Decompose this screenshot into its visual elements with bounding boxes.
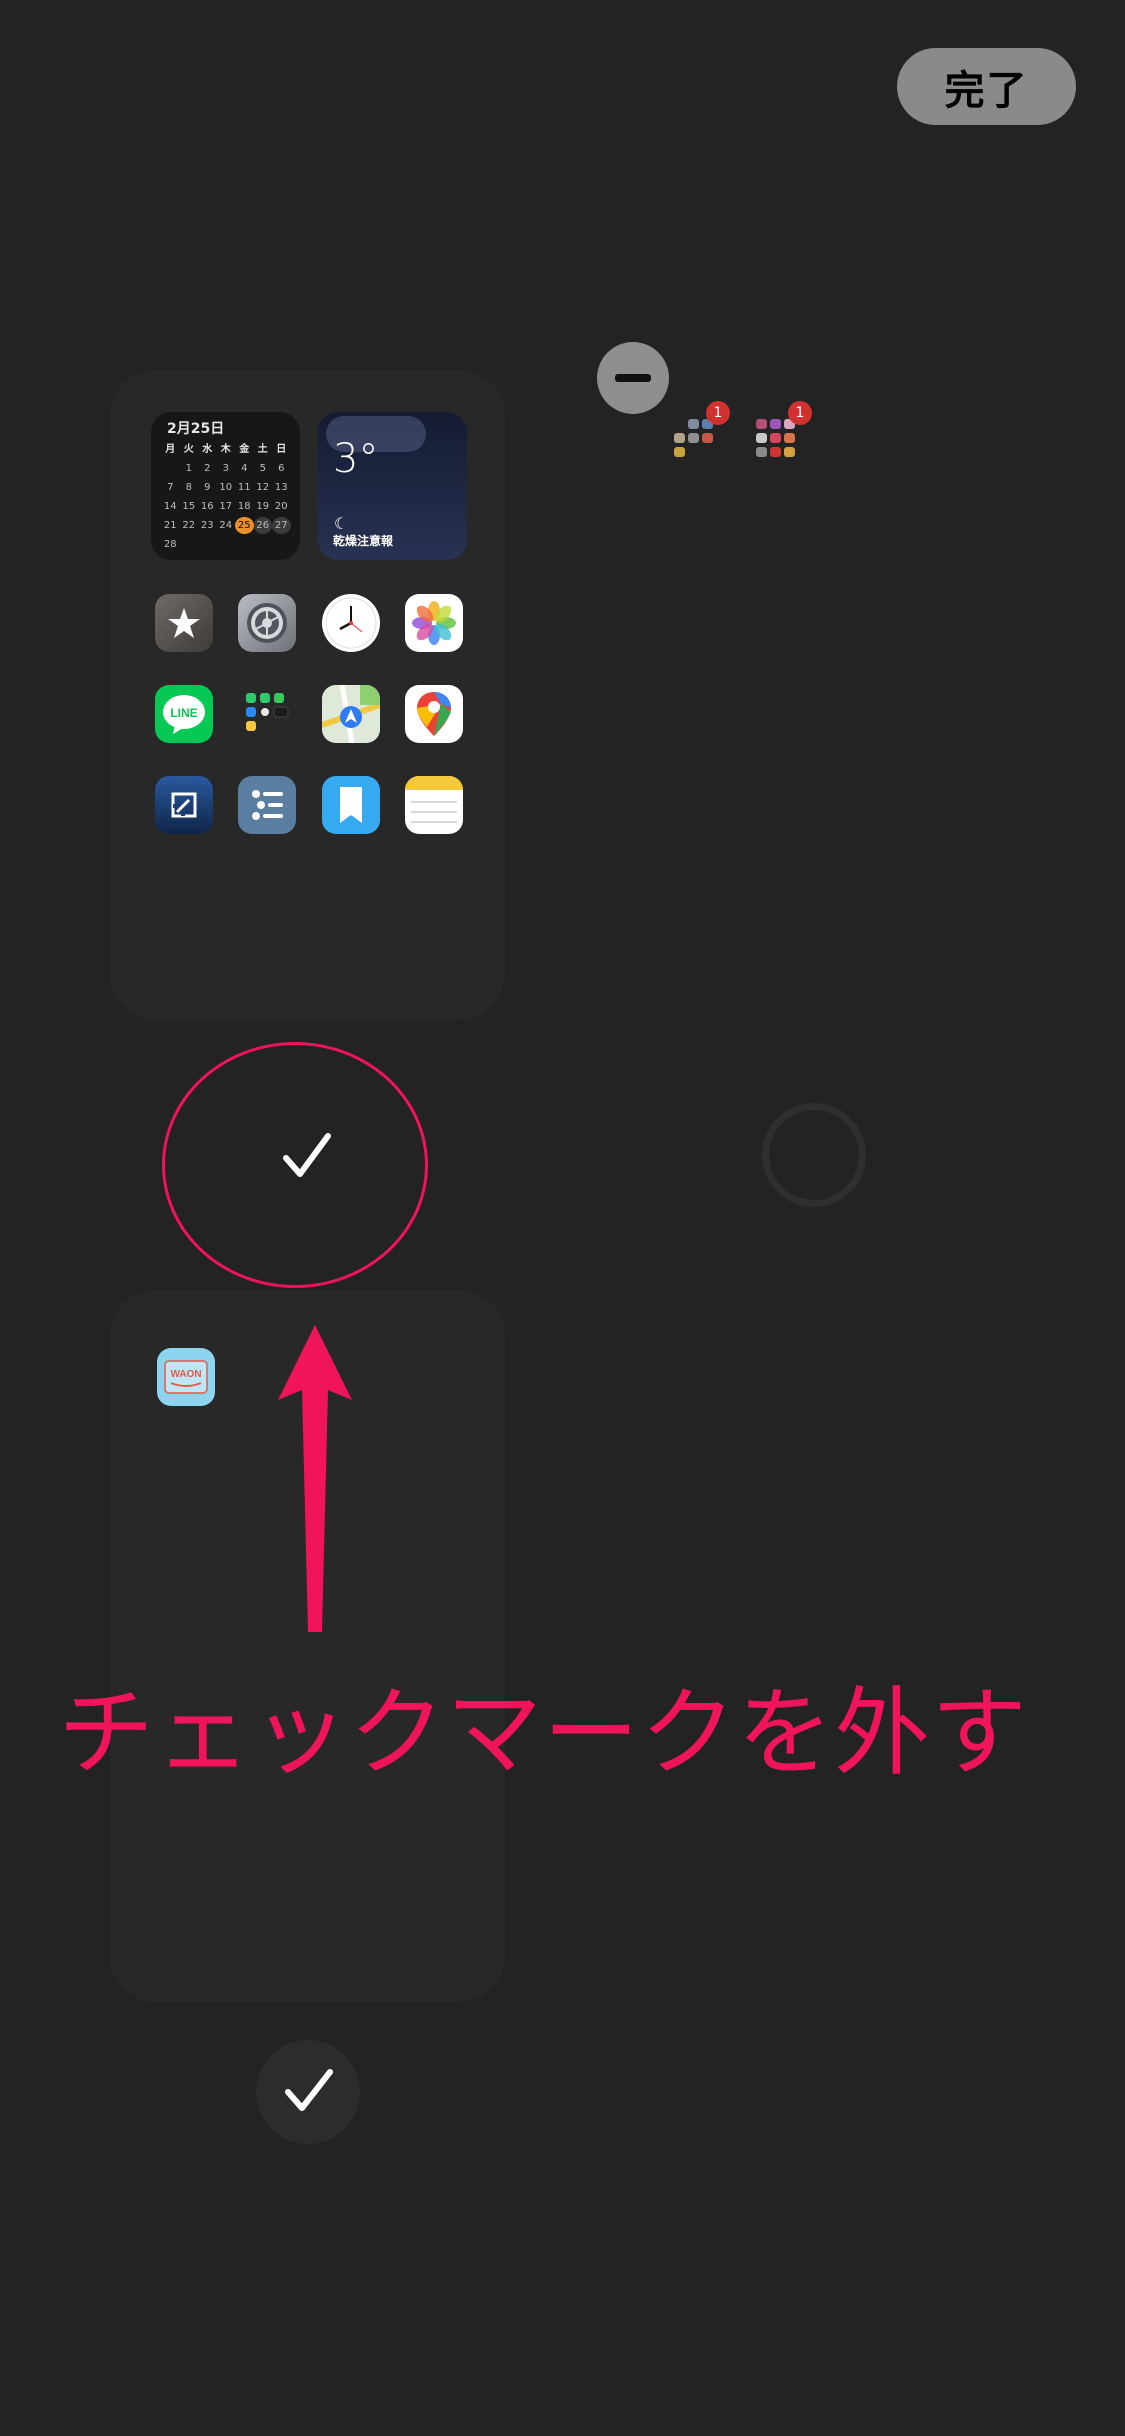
calendar-weekday: 水 bbox=[202, 444, 213, 455]
calendar-day: 23 bbox=[200, 520, 214, 531]
calendar-weekday: 木 bbox=[220, 444, 231, 455]
done-button[interactable]: 完了 bbox=[897, 48, 1076, 125]
calendar-day: 19 bbox=[256, 501, 270, 512]
bookmark-app-icon[interactable] bbox=[322, 776, 380, 834]
waon-icon[interactable]: WAON bbox=[157, 1348, 215, 1406]
calendar-widget[interactable]: 2月25日 月火水木金土日 1 2 3 4 5 6 7 8 9 10 11 12 13 14 15 16 17 18… bbox=[151, 412, 300, 560]
calendar-day: 18 bbox=[237, 501, 251, 512]
calendar-day: 21 bbox=[163, 520, 177, 531]
calendar-day: 6 bbox=[278, 463, 285, 474]
annotation-text: チェックマークを外す bbox=[58, 1677, 1028, 1789]
weather-temperature: 3° bbox=[333, 436, 379, 482]
notification-badge: 1 bbox=[788, 401, 812, 425]
calendar-day: 4 bbox=[241, 463, 248, 474]
checkmark-icon[interactable] bbox=[276, 2058, 342, 2124]
calendar-day: 8 bbox=[185, 482, 192, 493]
calendar-grid: 月火水木金土日 1 2 3 4 5 6 7 8 9 10 11 12 13 14 15 16 17 18 19 20 21… bbox=[161, 441, 291, 553]
calendar-weekday: 日 bbox=[276, 444, 287, 455]
calendar-day: 1 bbox=[185, 463, 192, 474]
maps-icon[interactable] bbox=[322, 685, 380, 743]
calendar-weekday: 金 bbox=[239, 444, 250, 455]
line-icon[interactable]: LINE bbox=[155, 685, 213, 743]
calendar-day bbox=[161, 460, 180, 477]
shortcut-app-icon[interactable] bbox=[155, 776, 213, 834]
calendar-day: 24 bbox=[219, 520, 233, 531]
remove-page-button[interactable] bbox=[597, 342, 669, 414]
calendar-weekday: 月 bbox=[165, 444, 176, 455]
page-select-circle[interactable] bbox=[762, 1103, 866, 1207]
calendar-day: 11 bbox=[237, 482, 251, 493]
clock-icon[interactable] bbox=[322, 594, 380, 652]
calendar-day: 10 bbox=[219, 482, 233, 493]
calendar-day: 17 bbox=[219, 501, 233, 512]
checkmark-icon[interactable] bbox=[272, 1122, 342, 1192]
weather-alert: 乾燥注意報 bbox=[333, 534, 394, 548]
calendar-day: 2 bbox=[204, 463, 211, 474]
calendar-day: 27 bbox=[272, 517, 291, 534]
line-label: LINE bbox=[170, 706, 197, 720]
mini-page-thumbnail-1[interactable]: 1 bbox=[670, 401, 730, 465]
calendar-day: 12 bbox=[256, 482, 270, 493]
calendar-day: 16 bbox=[200, 501, 214, 512]
calendar-day: 3 bbox=[222, 463, 229, 474]
photos-icon[interactable] bbox=[405, 594, 463, 652]
minus-icon bbox=[615, 374, 651, 382]
notes-icon[interactable] bbox=[405, 776, 463, 834]
calendar-day: 20 bbox=[274, 501, 288, 512]
moon-icon: ☾ bbox=[334, 514, 349, 533]
calendar-day: 22 bbox=[182, 520, 196, 531]
reminders-icon[interactable] bbox=[238, 776, 296, 834]
calendar-date: 2月25日 bbox=[167, 421, 225, 437]
calendar-day: 7 bbox=[167, 482, 174, 493]
calendar-day: 15 bbox=[182, 501, 196, 512]
settings-icon[interactable] bbox=[238, 594, 296, 652]
mini-page-thumbnail-2[interactable]: 1 bbox=[752, 401, 812, 465]
calendar-day: 26 bbox=[253, 517, 272, 534]
calendar-weekday: 火 bbox=[183, 444, 194, 455]
calendar-day: 5 bbox=[259, 463, 266, 474]
calendar-weekday: 土 bbox=[257, 444, 268, 455]
calendar-day: 28 bbox=[163, 539, 177, 550]
annotation-arrow bbox=[278, 1325, 352, 1632]
notification-badge: 1 bbox=[706, 401, 730, 425]
waon-label: WAON bbox=[170, 1369, 201, 1380]
itunes-store-icon[interactable] bbox=[155, 594, 213, 652]
google-maps-icon[interactable] bbox=[405, 685, 463, 743]
calendar-day: 14 bbox=[163, 501, 177, 512]
calendar-day: 25 bbox=[235, 517, 254, 534]
app-folder-icon[interactable] bbox=[238, 685, 296, 743]
weather-widget[interactable]: 3° ☾ 乾燥注意報 bbox=[318, 412, 467, 560]
calendar-day: 13 bbox=[274, 482, 288, 493]
calendar-day: 9 bbox=[204, 482, 211, 493]
